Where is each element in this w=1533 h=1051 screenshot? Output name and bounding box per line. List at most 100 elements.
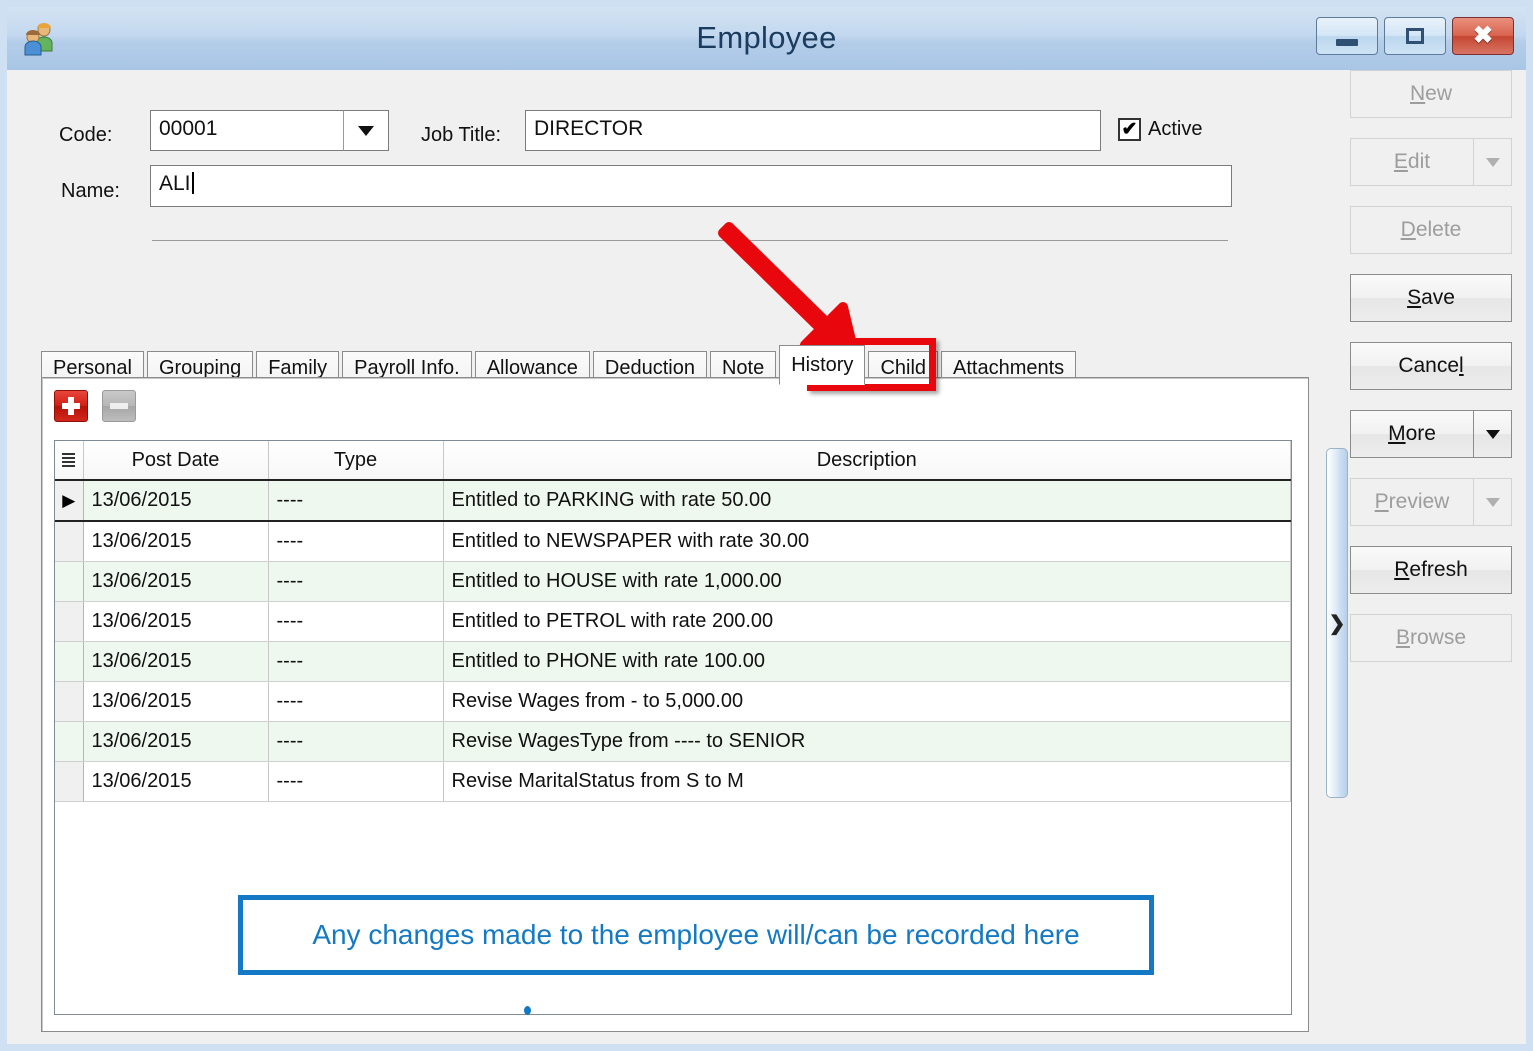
cell-description[interactable]: Entitled to PARKING with rate 50.00	[443, 479, 1291, 522]
window-title: Employee	[696, 20, 837, 55]
column-header-type[interactable]: Type	[268, 441, 444, 481]
table-row[interactable]: 13/06/2015 ---- Revise MaritalStatus from …	[55, 761, 1291, 802]
edit-dropdown-button[interactable]	[1474, 138, 1512, 186]
save-button[interactable]: Save	[1350, 274, 1512, 322]
remove-row-button[interactable]	[102, 390, 136, 422]
chevron-down-icon	[1485, 157, 1500, 167]
refresh-button[interactable]: Refresh	[1350, 546, 1512, 594]
job-title-input[interactable]: DIRECTOR	[525, 110, 1101, 151]
history-table: Post Date Type Description ▶ 13/06/2015 --…	[55, 441, 1291, 802]
table-row[interactable]: ▶ 13/06/2015 ---- Entitled to PARKING with …	[55, 479, 1291, 522]
edit-button[interactable]: Edit	[1350, 138, 1474, 186]
cell-type[interactable]: ----	[268, 479, 444, 522]
cancel-button[interactable]: Cancel	[1350, 342, 1512, 390]
code-dropdown-button[interactable]	[343, 110, 389, 151]
column-header-post-date[interactable]: Post Date	[83, 441, 269, 481]
close-button[interactable]: ✖	[1452, 17, 1514, 55]
name-input[interactable]: ALI	[150, 165, 1232, 207]
cell-description[interactable]: Revise Wages from - to 5,000.00	[443, 681, 1291, 722]
table-row[interactable]: 13/06/2015 ---- Entitled to PETROL with ra…	[55, 601, 1291, 642]
cell-post-date[interactable]: 13/06/2015	[83, 641, 269, 682]
edit-button-row: Edit	[1350, 138, 1512, 186]
window-controls: ✖	[1316, 17, 1514, 55]
cell-type[interactable]: ----	[268, 641, 444, 682]
cell-type[interactable]: ----	[268, 521, 444, 562]
row-indicator-cell[interactable]: ▶	[55, 479, 84, 522]
chevron-down-icon	[1485, 429, 1500, 439]
column-header-description[interactable]: Description	[443, 441, 1291, 481]
row-indicator-cell[interactable]	[55, 521, 84, 562]
panel-splitter[interactable]: ❯	[1326, 448, 1348, 798]
row-indicator-cell[interactable]	[55, 641, 84, 682]
active-checkbox-row[interactable]: ✔ Active	[1118, 118, 1202, 141]
title-bar: Employee ✖	[7, 7, 1526, 71]
blue-dot-annotation	[524, 1006, 531, 1015]
row-indicator-cell[interactable]	[55, 761, 84, 802]
save-button-row: Save	[1350, 274, 1512, 322]
grid-toolbar	[54, 390, 136, 422]
new-button[interactable]: New	[1350, 70, 1512, 118]
table-row[interactable]: 13/06/2015 ---- Revise Wages from - to 5,0…	[55, 681, 1291, 722]
minimize-button[interactable]	[1316, 17, 1378, 55]
tab-history[interactable]: History	[779, 345, 866, 385]
add-row-button[interactable]	[54, 390, 88, 422]
preview-button[interactable]: Preview	[1350, 478, 1474, 526]
code-input[interactable]: 00001	[150, 110, 349, 151]
form-separator	[152, 240, 1228, 241]
cell-description[interactable]: Entitled to PHONE with rate 100.00	[443, 641, 1291, 682]
row-indicator-cell[interactable]	[55, 601, 84, 642]
cell-description[interactable]: Entitled to PETROL with rate 200.00	[443, 601, 1291, 642]
cell-post-date[interactable]: 13/06/2015	[83, 561, 269, 602]
close-icon: ✖	[1472, 22, 1494, 49]
new-button-row: New	[1350, 70, 1512, 118]
client-area: Code: 00001 Job Title: DIRECTOR ✔ Active…	[7, 70, 1526, 1044]
preview-button-row: Preview	[1350, 478, 1512, 526]
grid-menu-icon	[55, 453, 83, 467]
browse-button-row: Browse	[1350, 614, 1512, 662]
tab-label: History	[791, 353, 854, 376]
more-dropdown-button[interactable]	[1474, 410, 1512, 458]
name-input-value: ALI	[159, 172, 191, 195]
plus-icon-vertical	[68, 397, 74, 415]
table-row[interactable]: 13/06/2015 ---- Entitled to PHONE with rat…	[55, 641, 1291, 682]
table-row[interactable]: 13/06/2015 ---- Entitled to HOUSE with rat…	[55, 561, 1291, 602]
cell-type[interactable]: ----	[268, 561, 444, 602]
cell-type[interactable]: ----	[268, 601, 444, 642]
table-row[interactable]: 13/06/2015 ---- Entitled to NEWSPAPER with…	[55, 521, 1291, 562]
preview-dropdown-button[interactable]	[1474, 478, 1512, 526]
table-row[interactable]: 13/06/2015 ---- Revise WagesType from ----…	[55, 721, 1291, 762]
cancel-button-row: Cancel	[1350, 342, 1512, 390]
cell-description[interactable]: Revise WagesType from ---- to SENIOR	[443, 721, 1291, 762]
browse-button[interactable]: Browse	[1350, 614, 1512, 662]
more-button[interactable]: More	[1350, 410, 1474, 458]
row-indicator-cell[interactable]	[55, 561, 84, 602]
cell-type[interactable]: ----	[268, 681, 444, 722]
active-checkbox[interactable]: ✔	[1118, 118, 1141, 141]
cell-post-date[interactable]: 13/06/2015	[83, 521, 269, 562]
cell-type[interactable]: ----	[268, 761, 444, 802]
row-indicator-cell[interactable]	[55, 721, 84, 762]
row-indicator-cell[interactable]	[55, 681, 84, 722]
row-indicator-header[interactable]	[55, 441, 84, 481]
minimize-icon	[1336, 38, 1358, 46]
cell-description[interactable]: Entitled to NEWSPAPER with rate 30.00	[443, 521, 1291, 562]
more-button-row: More	[1350, 410, 1512, 458]
chevron-down-icon	[1485, 497, 1500, 507]
history-table-body: ▶ 13/06/2015 ---- Entitled to PARKING with …	[55, 479, 1291, 802]
cell-description[interactable]: Revise MaritalStatus from S to M	[443, 761, 1291, 802]
callout-text: Any changes made to the employee will/ca…	[312, 919, 1080, 950]
delete-button[interactable]: Delete	[1350, 206, 1512, 254]
cell-type[interactable]: ----	[268, 721, 444, 762]
action-button-column: New Edit Delete Save Cancel More Preview	[1350, 70, 1512, 682]
cell-post-date[interactable]: 13/06/2015	[83, 721, 269, 762]
callout-annotation: Any changes made to the employee will/ca…	[238, 895, 1154, 975]
cell-post-date[interactable]: 13/06/2015	[83, 601, 269, 642]
maximize-button[interactable]	[1384, 17, 1446, 55]
cell-description[interactable]: Entitled to HOUSE with rate 1,000.00	[443, 561, 1291, 602]
cell-post-date[interactable]: 13/06/2015	[83, 479, 269, 522]
code-label: Code:	[59, 124, 113, 146]
cell-post-date[interactable]: 13/06/2015	[83, 681, 269, 722]
delete-button-row: Delete	[1350, 206, 1512, 254]
cell-post-date[interactable]: 13/06/2015	[83, 761, 269, 802]
job-title-label: Job Title:	[421, 124, 502, 146]
